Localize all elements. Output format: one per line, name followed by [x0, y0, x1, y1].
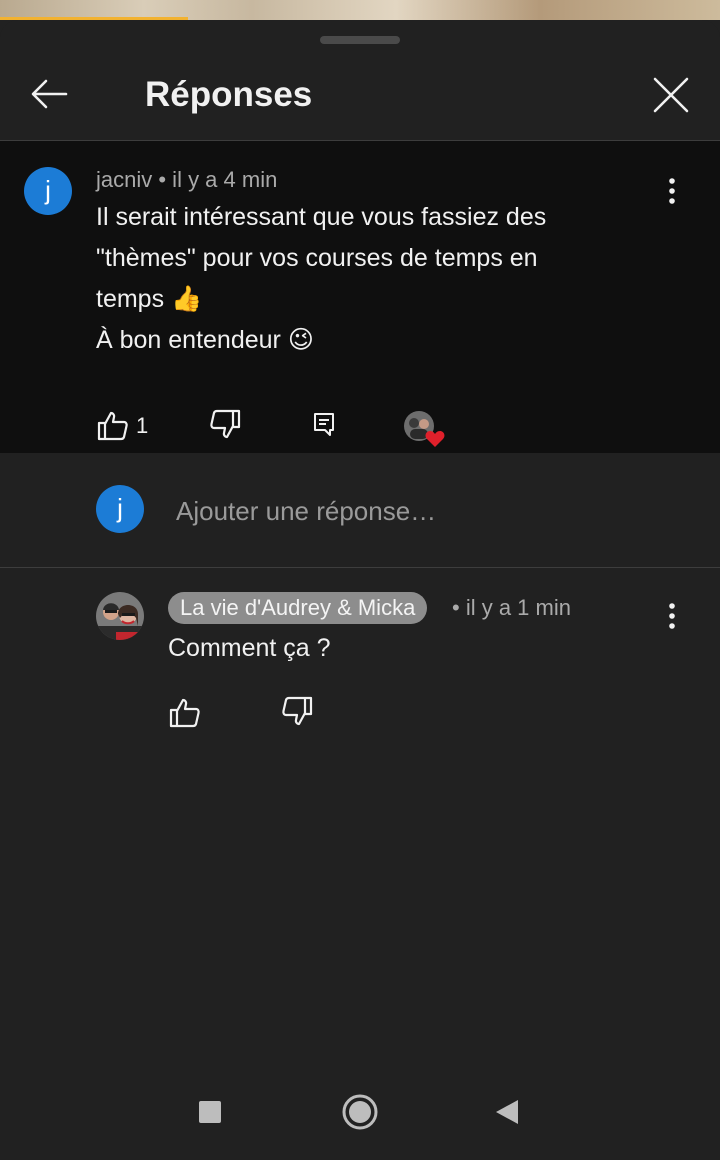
- add-reply-row[interactable]: j Ajouter une réponse…: [0, 453, 720, 567]
- comment-line: Il serait intéressant que vous fassiez d…: [96, 203, 547, 231]
- thumb-up-icon: [97, 411, 128, 441]
- comment-author[interactable]: jacniv: [96, 167, 152, 192]
- page-title: Réponses: [145, 75, 313, 114]
- reply-icon: [314, 413, 334, 436]
- avatar[interactable]: j: [24, 167, 72, 215]
- system-nav-bar: [0, 1060, 720, 1160]
- reply-input-divider: [0, 567, 720, 568]
- thumb-down-icon: [282, 696, 313, 726]
- reply-body: Comment ça ?: [168, 634, 331, 662]
- like-count: 1: [136, 413, 149, 438]
- panel-header: Réponses: [0, 50, 720, 140]
- thumb-up-icon: [169, 698, 200, 728]
- back-button[interactable]: [26, 72, 72, 118]
- comment-body: Il serait intéressant que vous fassiez d…: [96, 197, 546, 361]
- more-options-button[interactable]: [660, 175, 684, 211]
- reply-like-button[interactable]: [168, 696, 202, 730]
- drag-handle[interactable]: [320, 36, 400, 44]
- square-icon: [199, 1101, 221, 1123]
- replies-panel: Réponses j jacniv • il y a 4 min Il sera…: [0, 20, 720, 1160]
- close-icon: [653, 77, 689, 113]
- reply-dislike-button[interactable]: [280, 694, 314, 728]
- arrow-left-icon: [31, 79, 68, 109]
- comment-line: "thèmes" pour vos courses de temps en: [96, 244, 538, 272]
- comment-meta: jacniv • il y a 4 min: [96, 165, 277, 195]
- comment-line: À bon entendeur 😉: [96, 326, 314, 354]
- reply-more-options-button[interactable]: [660, 600, 684, 636]
- recent-apps-button[interactable]: [198, 1100, 222, 1124]
- creator-heart: [402, 409, 448, 449]
- dislike-button[interactable]: [208, 407, 242, 441]
- system-back-button[interactable]: [494, 1098, 520, 1126]
- circle-icon: [342, 1094, 378, 1130]
- add-reply-input[interactable]: Ajouter une réponse…: [176, 493, 436, 529]
- thumb-down-icon: [210, 409, 241, 439]
- reply-time: • il y a 1 min: [452, 595, 571, 620]
- triangle-back-icon: [496, 1100, 518, 1124]
- home-button[interactable]: [341, 1093, 379, 1131]
- my-avatar: j: [96, 485, 144, 533]
- more-vert-icon: [669, 178, 675, 204]
- comment-time: • il y a 4 min: [152, 167, 278, 192]
- close-button[interactable]: [648, 72, 694, 118]
- like-button[interactable]: [96, 409, 130, 443]
- more-vert-icon: [669, 603, 675, 629]
- reply-avatar[interactable]: [96, 592, 144, 640]
- parent-comment: j jacniv • il y a 4 min Il serait intére…: [0, 141, 720, 453]
- creator-heart-icon: [404, 411, 445, 447]
- reply-author-chip[interactable]: La vie d'Audrey & Micka: [168, 592, 428, 624]
- couple-avatar-icon: [96, 592, 144, 640]
- comment-line: temps 👍: [96, 285, 203, 313]
- reply-button[interactable]: [309, 409, 343, 443]
